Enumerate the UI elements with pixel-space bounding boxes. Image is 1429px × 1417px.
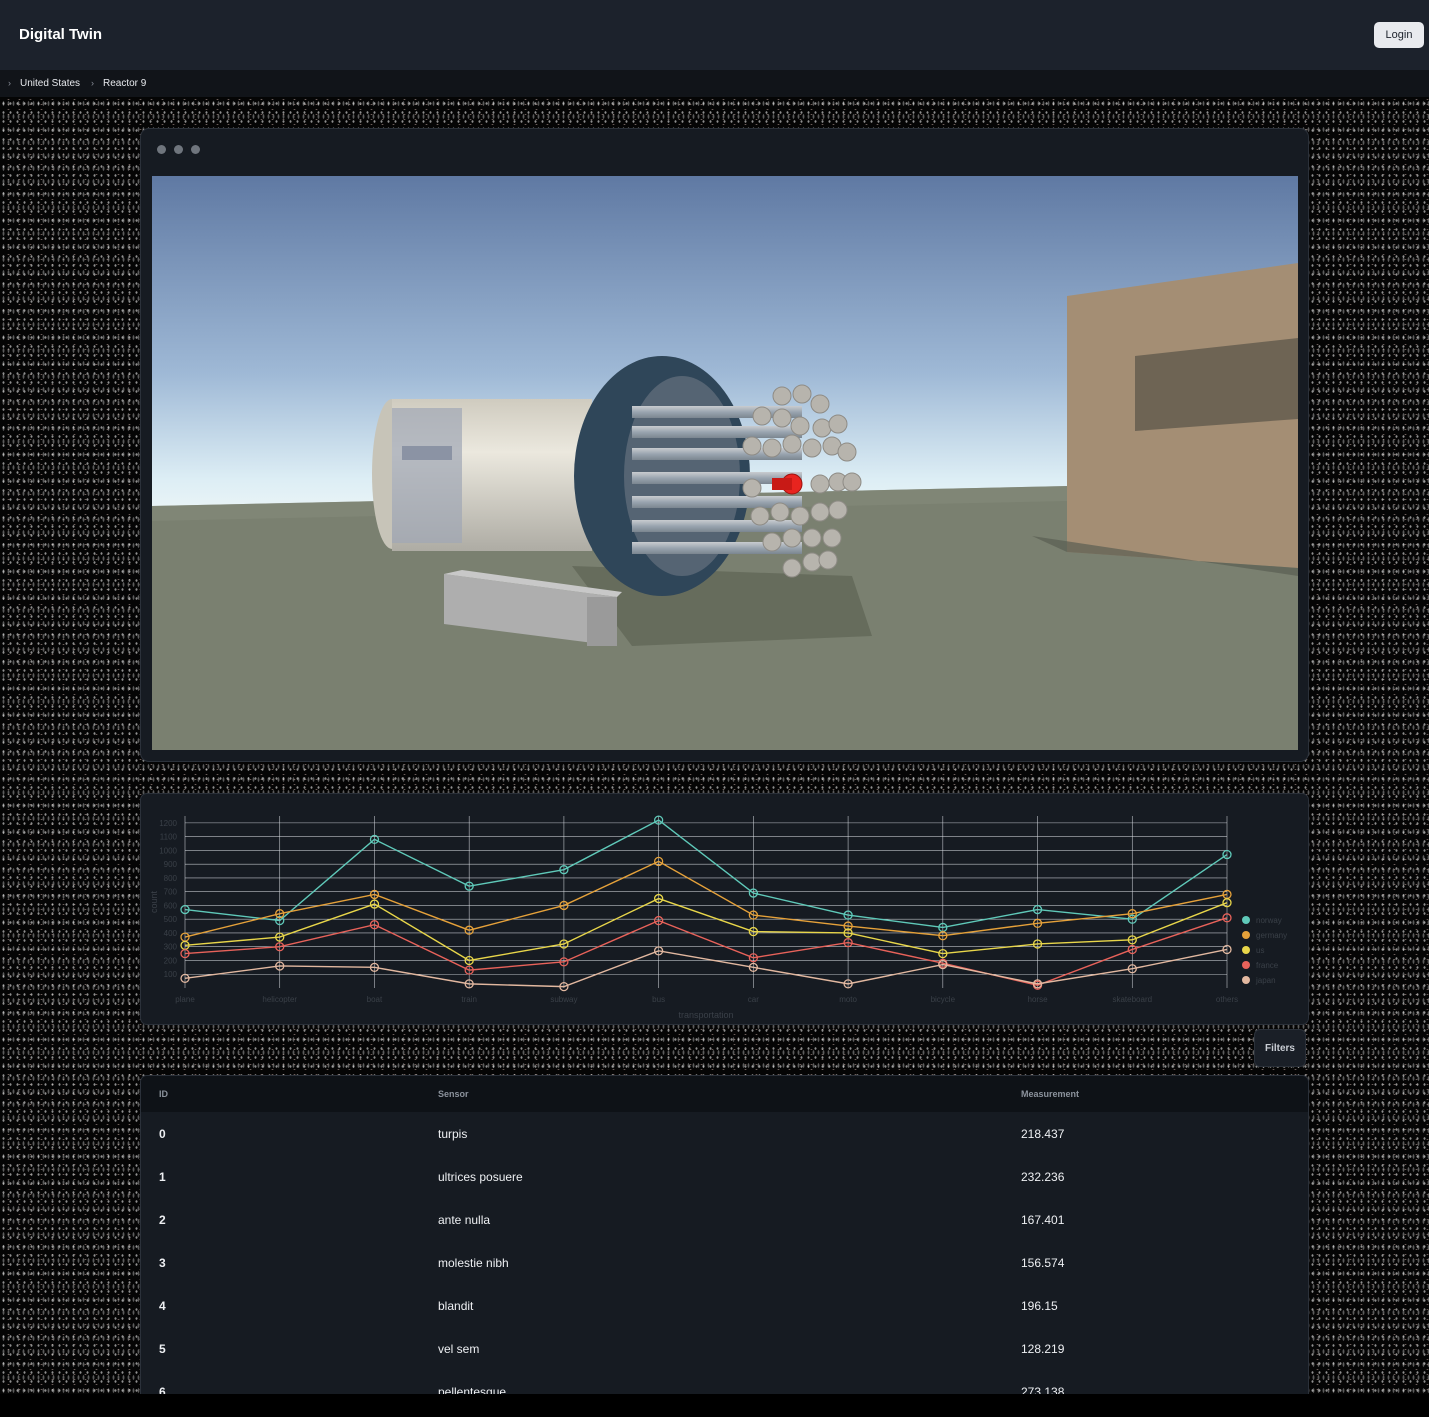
breadcrumb-item-country[interactable]: United States: [20, 78, 80, 89]
legend-label-us: us: [1256, 946, 1264, 955]
y-tick-label: 500: [164, 915, 178, 924]
reactor-3d-render: [152, 176, 1298, 750]
login-button[interactable]: Login: [1374, 22, 1424, 48]
y-tick-label: 300: [164, 943, 178, 952]
legend-label-france: france: [1256, 961, 1279, 970]
x-tick-label: subway: [550, 995, 577, 1004]
y-tick-label: 1200: [159, 819, 177, 828]
x-tick-label: bus: [652, 995, 665, 1004]
row-id: 1: [159, 1170, 166, 1184]
y-tick-label: 600: [164, 901, 178, 910]
x-tick-label: moto: [839, 995, 857, 1004]
row-sensor: ultrices posuere: [438, 1170, 523, 1184]
legend-marker-norway: [1242, 916, 1250, 924]
series-line-norway: [184, 819, 1228, 929]
top-navigation-bar: Digital Twin Login: [0, 0, 1429, 70]
row-id: 5: [159, 1342, 166, 1356]
row-id: 0: [159, 1127, 166, 1141]
legend-marker-us: [1242, 946, 1250, 954]
row-id: 4: [159, 1299, 166, 1313]
window-dot-icon: [174, 145, 183, 154]
y-tick-label: 1000: [159, 846, 177, 855]
table-row[interactable]: 1 ultrices posuere 232.236: [141, 1155, 1308, 1198]
y-tick-label: 100: [164, 970, 178, 979]
table-header: ID Sensor Measurement: [141, 1076, 1308, 1112]
x-tick-label: skateboard: [1112, 995, 1152, 1004]
window-dot-icon: [191, 145, 200, 154]
bottom-edge: [0, 1394, 1429, 1417]
3d-viewer-window: [140, 128, 1309, 762]
row-measurement: 232.236: [1021, 1170, 1065, 1184]
row-sensor: blandit: [438, 1299, 474, 1313]
breadcrumb-item-reactor[interactable]: Reactor 9: [103, 78, 146, 89]
row-sensor: molestie nibh: [438, 1256, 509, 1270]
sensor-line-chart: 100 200 300 400 500 600 700 800 900 1000 1100 1200 p…: [140, 793, 1309, 1025]
filters-button[interactable]: Filters: [1254, 1029, 1306, 1067]
y-tick-label: 700: [164, 888, 178, 897]
row-measurement: 196.15: [1021, 1299, 1058, 1313]
table-row[interactable]: 5 vel sem 128.219: [141, 1327, 1308, 1370]
x-tick-label: helicopter: [262, 995, 297, 1004]
x-axis-label: transportation: [678, 1010, 733, 1020]
y-tick-label: 200: [164, 956, 178, 965]
y-axis-label: count: [149, 890, 159, 913]
row-sensor: vel sem: [438, 1342, 480, 1356]
legend-label-norway: norway: [1256, 916, 1282, 925]
series-line-france: [184, 917, 1228, 986]
row-id: 2: [159, 1213, 166, 1227]
y-tick-label: 800: [164, 874, 178, 883]
legend-marker-france: [1242, 961, 1250, 969]
y-tick-label: 400: [164, 929, 178, 938]
chevron-right-icon: ›: [8, 78, 11, 88]
y-tick-label: 1100: [160, 833, 178, 842]
y-tick-label: 900: [164, 860, 178, 869]
x-tick-label: car: [748, 995, 759, 1004]
sensor-table: ID Sensor Measurement 0 turpis 218.437 1…: [140, 1075, 1309, 1415]
breadcrumb: › United States › Reactor 9: [0, 70, 1429, 97]
legend-marker-germany: [1242, 931, 1250, 939]
x-tick-label: horse: [1028, 995, 1049, 1004]
column-header-sensor[interactable]: Sensor: [438, 1089, 469, 1099]
x-tick-label: bicycle: [931, 995, 956, 1004]
legend-label-japan: japan: [1255, 976, 1276, 985]
legend-marker-japan: [1242, 976, 1250, 984]
table-row[interactable]: 3 molestie nibh 156.574: [141, 1241, 1308, 1284]
legend-label-germany: germany: [1256, 931, 1287, 940]
table-row[interactable]: 0 turpis 218.437: [141, 1112, 1308, 1155]
row-id: 3: [159, 1256, 166, 1270]
line-chart-svg: 100 200 300 400 500 600 700 800 900 1000 1100 1200 p…: [149, 815, 1287, 1020]
app-title: Digital Twin: [19, 26, 103, 43]
table-row[interactable]: 4 blandit 196.15: [141, 1284, 1308, 1327]
reactor-3d-scene[interactable]: [152, 176, 1298, 750]
chevron-right-icon: ›: [91, 78, 94, 88]
row-measurement: 218.437: [1021, 1127, 1065, 1141]
series-line-japan: [184, 948, 1228, 988]
row-sensor: ante nulla: [438, 1213, 491, 1227]
window-dot-icon: [157, 145, 166, 154]
row-sensor: turpis: [438, 1127, 468, 1141]
table-row[interactable]: 2 ante nulla 167.401: [141, 1198, 1308, 1241]
series-line-germany: [184, 860, 1228, 938]
x-tick-label: others: [1216, 995, 1238, 1004]
x-tick-label: plane: [175, 995, 195, 1004]
row-measurement: 128.219: [1021, 1342, 1065, 1356]
row-measurement: 156.574: [1021, 1256, 1065, 1270]
column-header-id[interactable]: ID: [159, 1089, 168, 1099]
column-header-measurement[interactable]: Measurement: [1021, 1089, 1079, 1099]
series-line-us: [184, 897, 1228, 962]
x-tick-label: boat: [367, 995, 383, 1004]
row-measurement: 167.401: [1021, 1213, 1065, 1227]
x-tick-label: train: [461, 995, 477, 1004]
